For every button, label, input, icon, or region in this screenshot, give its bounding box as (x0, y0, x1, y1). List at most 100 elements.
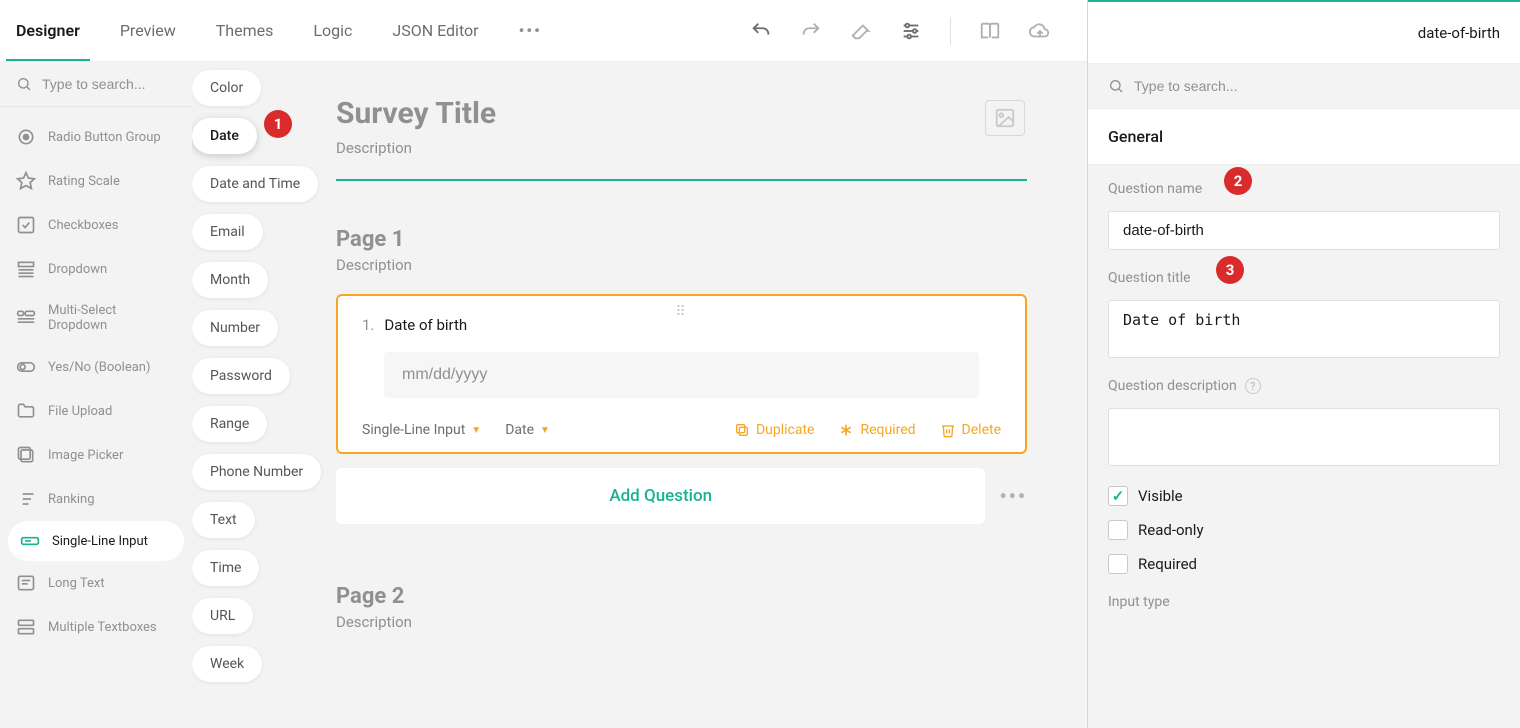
input-type-email[interactable]: Email (192, 214, 263, 250)
question-date-input[interactable] (384, 352, 979, 398)
multiselect-icon (16, 308, 36, 328)
toolbox-item-longtext[interactable]: Long Text (0, 561, 192, 605)
page2-header[interactable]: Page 2 Description (336, 584, 1027, 631)
ranking-icon (16, 489, 36, 509)
page1-header[interactable]: Page 1 Description (336, 227, 1027, 274)
input-type-datetime[interactable]: Date and Time (192, 166, 318, 202)
toolbox-item-label: Yes/No (Boolean) (48, 360, 150, 375)
toolbox-item-multitext[interactable]: Multiple Textboxes (0, 605, 192, 649)
toolbox-item-label: File Upload (48, 404, 112, 419)
cloud-upload-icon[interactable] (1029, 20, 1051, 42)
image-stack-icon (16, 445, 36, 465)
qtitle-input[interactable] (1108, 300, 1500, 358)
redo-icon[interactable] (800, 20, 822, 42)
toolbox-search-input[interactable] (42, 76, 176, 92)
page-title[interactable]: Page 1 (336, 227, 1027, 252)
delete-button[interactable]: Delete (940, 422, 1001, 438)
toolbox-item-label: Dropdown (48, 262, 107, 277)
toolbox-item-ranking[interactable]: Ranking (0, 477, 192, 521)
input-type-month[interactable]: Month (192, 262, 268, 298)
tab-json-editor[interactable]: JSON Editor (392, 1, 478, 60)
required-label: Required (1138, 555, 1197, 573)
drag-handle-icon[interactable]: ⠿ (675, 304, 687, 320)
visible-checkbox[interactable]: ✓ (1108, 486, 1128, 506)
page-description[interactable]: Description (336, 256, 1027, 274)
toolbox-item-radio[interactable]: Radio Button Group (0, 115, 192, 159)
survey-title[interactable]: Survey Title (336, 96, 1027, 131)
properties-search-input[interactable] (1134, 78, 1500, 94)
selected-element-name: date-of-birth (1418, 24, 1500, 42)
input-type-url[interactable]: URL (192, 598, 253, 634)
star-icon (16, 171, 36, 191)
page-description[interactable]: Description (336, 613, 1027, 631)
question-subtype-select[interactable]: Date ▼ (505, 422, 550, 438)
toolbox-item-checkboxes[interactable]: Checkboxes (0, 203, 192, 247)
survey-description[interactable]: Description (336, 139, 1027, 157)
chevron-down-icon: ▼ (540, 425, 550, 436)
tab-logic[interactable]: Logic (313, 1, 352, 60)
question-title[interactable]: Date of birth (384, 316, 467, 334)
visible-label: Visible (1138, 487, 1183, 505)
toolbox-item-label: Single-Line Input (52, 534, 148, 549)
qname-label: Question name (1108, 181, 1500, 197)
props-section-general[interactable]: General (1088, 108, 1520, 165)
input-type-dropdown: Color Date Date and Time Email Month Num… (192, 70, 321, 682)
search-icon (16, 76, 32, 92)
dropdown-icon (16, 259, 36, 279)
help-icon[interactable]: ? (1245, 378, 1261, 394)
input-type-range[interactable]: Range (192, 406, 267, 442)
toolbox-item-multiselect[interactable]: Multi-Select Dropdown (0, 291, 192, 345)
add-question-button[interactable]: Add Question (336, 468, 985, 524)
page-title[interactable]: Page 2 (336, 584, 1027, 609)
input-type-color[interactable]: Color (192, 70, 261, 106)
qdesc-input[interactable] (1108, 408, 1500, 466)
toolbox-item-rating[interactable]: Rating Scale (0, 159, 192, 203)
toolbox-item-label: Multiple Textboxes (48, 620, 157, 635)
annotation-badge-3: 3 (1216, 256, 1244, 284)
input-type-time[interactable]: Time (192, 550, 259, 586)
tab-themes[interactable]: Themes (216, 1, 274, 60)
input-type-text[interactable]: Text (192, 502, 255, 538)
book-icon[interactable] (979, 20, 1001, 42)
multitext-icon (16, 617, 36, 637)
input-type-number[interactable]: Number (192, 310, 278, 346)
undo-icon[interactable] (750, 20, 772, 42)
qname-input[interactable] (1108, 211, 1500, 250)
readonly-label: Read-only (1138, 521, 1204, 539)
toggle-icon (16, 357, 36, 377)
asterisk-icon (838, 422, 854, 438)
input-type-week[interactable]: Week (192, 646, 262, 682)
checkbox-icon (16, 215, 36, 235)
toolbox-item-dropdown[interactable]: Dropdown (0, 247, 192, 291)
input-type-date[interactable]: Date (192, 118, 257, 154)
toolbox-item-singleline[interactable]: Single-Line Input (8, 521, 184, 561)
toolbox-item-label: Rating Scale (48, 174, 120, 189)
toolbox-item-file[interactable]: File Upload (0, 389, 192, 433)
input-type-phone[interactable]: Phone Number (192, 454, 321, 490)
toolbox-item-label: Long Text (48, 576, 105, 591)
question-type-select[interactable]: Single-Line Input ▼ (362, 422, 481, 438)
toolbox-panel: Radio Button Group Rating Scale Checkbox… (0, 62, 192, 728)
erase-icon[interactable] (850, 20, 872, 42)
folder-icon (16, 401, 36, 421)
readonly-checkbox[interactable] (1108, 520, 1128, 540)
top-bar: Designer Preview Themes Logic JSON Edito… (0, 0, 1087, 62)
input-type-password[interactable]: Password (192, 358, 290, 394)
duplicate-button[interactable]: Duplicate (734, 422, 815, 438)
trash-icon (940, 422, 956, 438)
properties-panel: date-of-birth General Question name 2 Qu… (1088, 0, 1520, 728)
settings-icon[interactable] (900, 20, 922, 42)
annotation-badge-1: 1 (264, 110, 292, 138)
toolbox-item-boolean[interactable]: Yes/No (Boolean) (0, 345, 192, 389)
toolbox-item-image[interactable]: Image Picker (0, 433, 192, 477)
required-checkbox[interactable] (1108, 554, 1128, 574)
survey-header[interactable]: Survey Title Description (336, 82, 1027, 187)
tab-preview[interactable]: Preview (120, 1, 176, 60)
logo-placeholder-icon[interactable] (985, 100, 1025, 136)
add-question-more[interactable]: ••• (999, 484, 1027, 508)
required-button[interactable]: Required (838, 422, 915, 438)
question-card[interactable]: ⠿ 1. Date of birth Single-Line Input ▼ (336, 294, 1027, 454)
tab-designer[interactable]: Designer (16, 1, 80, 60)
qtitle-label: Question title (1108, 270, 1500, 286)
tab-more[interactable]: ••• (519, 1, 542, 60)
